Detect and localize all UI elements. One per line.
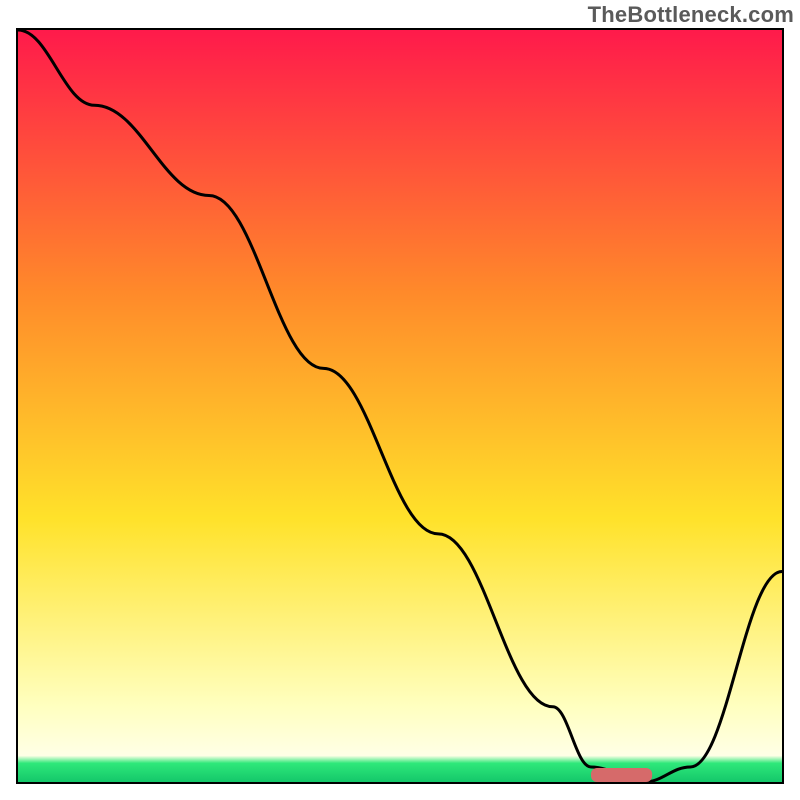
optimal-marker bbox=[591, 768, 652, 782]
chart-svg bbox=[0, 0, 800, 800]
chart-container: TheBottleneck.com bbox=[0, 0, 800, 800]
plot-background bbox=[18, 30, 782, 782]
watermark-text: TheBottleneck.com bbox=[588, 2, 794, 28]
